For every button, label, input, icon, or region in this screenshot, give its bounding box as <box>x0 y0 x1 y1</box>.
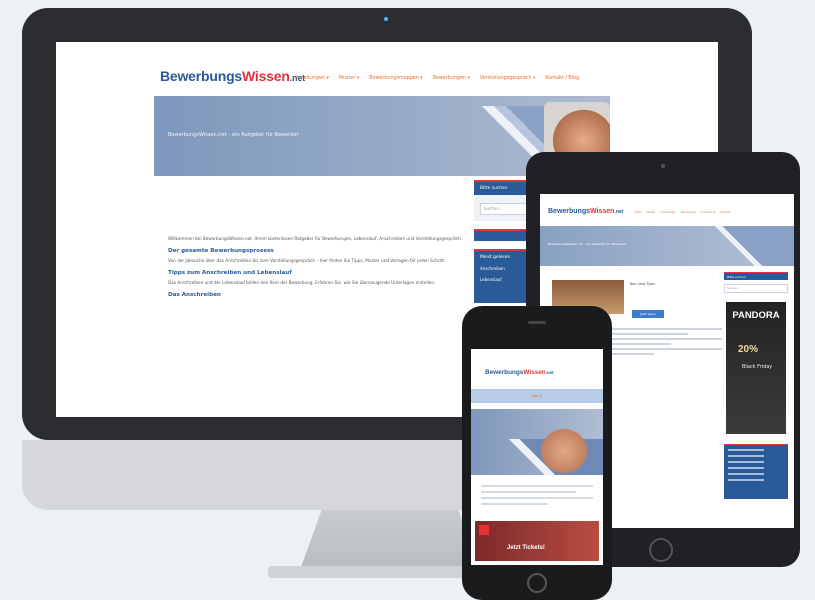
tablet-ad-text: Black Friday <box>742 364 773 370</box>
tablet-logo-part-1: Bewerbungs <box>548 208 591 215</box>
section-heading-1: Der gesamte Bewerbungsprozess <box>168 248 274 254</box>
phone-logo-part-1: Bewerbungs <box>485 369 524 376</box>
main-nav: Anleitungen ▾ Muster ▾ Bewerbungsmappen … <box>296 76 579 81</box>
phone-ad-badge <box>479 525 489 535</box>
tablet-hero-text: BewerbungsWissen.net – ein Ratgeber für … <box>548 242 627 246</box>
tablet-nav-item[interactable]: Muster <box>646 211 655 214</box>
tablet-book-title: Neu: Jetzt Tipps <box>630 282 655 286</box>
site-logo[interactable]: BewerbungsWissen.net <box>160 68 305 84</box>
tablet-logo-part-3: .net <box>614 209 624 215</box>
phone-logo-part-3: .net <box>545 370 554 375</box>
phone-logo-part-2: Wissen <box>523 369 546 376</box>
intro-paragraph: Willkommen bei BewerbungsWissen.net, Ihr… <box>168 236 463 241</box>
section-paragraph-2: Das Anschreiben und der Lebenslauf bilde… <box>168 280 436 285</box>
phone-ad-banner[interactable] <box>475 521 599 561</box>
tablet-nav: Start Muster Anleitungen Bewerbung Vorst… <box>635 211 730 214</box>
phone-hero-image <box>541 429 587 473</box>
nav-item-bewerbungen[interactable]: Bewerbungen ▾ <box>433 76 470 81</box>
phone-speaker <box>528 321 546 324</box>
tablet-sidebar-links <box>724 444 788 499</box>
nav-item-kontakt[interactable]: Kontakt / Blog <box>545 76 579 81</box>
tablet-nav-item[interactable]: Start <box>635 211 641 214</box>
tablet-hero-stripes <box>690 226 794 266</box>
monitor-camera <box>384 17 388 21</box>
section-paragraph-1: Von der Jobsuche über das Anschreiben bi… <box>168 258 446 263</box>
logo-part-1: Bewerbungs <box>160 68 243 84</box>
tablet-hero: BewerbungsWissen.net – ein Ratgeber für … <box>540 226 794 266</box>
logo-part-2: Wissen <box>242 68 290 84</box>
tablet-logo[interactable]: BewerbungsWissen.net <box>548 208 623 215</box>
monitor-stand <box>300 510 480 570</box>
phone-home-button <box>527 573 547 593</box>
tablet-search-input[interactable]: Suchen <box>724 284 788 293</box>
tablet-nav-item[interactable]: Kontakt <box>720 211 730 214</box>
nav-item-muster[interactable]: Muster ▾ <box>339 76 359 81</box>
tablet-camera <box>661 164 665 168</box>
main-content: Willkommen bei BewerbungsWissen.net, Ihr… <box>168 182 468 417</box>
phone-ad-text: Jetzt Tickets! <box>507 545 545 551</box>
section-heading-3: Das Anschreiben <box>168 292 221 298</box>
nav-item-anleitungen[interactable]: Anleitungen ▾ <box>296 76 329 81</box>
phone-hero <box>471 409 603 475</box>
nav-item-bewerbungsmappen[interactable]: Bewerbungsmappen ▾ <box>369 76 422 81</box>
phone-screen: BewerbungsWissen.net Menü Jetzt Tickets! <box>471 349 603 565</box>
tablet-home-button <box>649 538 673 562</box>
tablet-nav-item[interactable]: Bewerbung <box>681 211 696 214</box>
tablet-sidebar-head: Bitte suchen <box>724 272 788 280</box>
phone-menu-button[interactable]: Menü <box>471 389 603 403</box>
phone-logo[interactable]: BewerbungsWissen.net <box>485 369 554 376</box>
site-header <box>56 42 718 94</box>
tablet-nav-item[interactable]: Vorstellung <box>701 211 716 214</box>
tablet-logo-part-2: Wissen <box>590 208 615 215</box>
tablet-book-button[interactable]: Jetzt lesen <box>632 310 664 318</box>
nav-item-vorstellungsgespraech[interactable]: Vorstellungsgespräch ▾ <box>480 76 536 81</box>
hero-text: BewerbungsWissen.net – ein Ratgeber für … <box>168 132 299 138</box>
section-heading-2: Tipps zum Anschreiben und Lebenslauf <box>168 270 292 276</box>
tablet-ad-brand: PANDORA <box>732 310 780 321</box>
tablet-ad-percent: 20% <box>738 344 759 355</box>
tablet-nav-item[interactable]: Anleitungen <box>660 211 676 214</box>
phone-text-lines <box>481 485 593 509</box>
